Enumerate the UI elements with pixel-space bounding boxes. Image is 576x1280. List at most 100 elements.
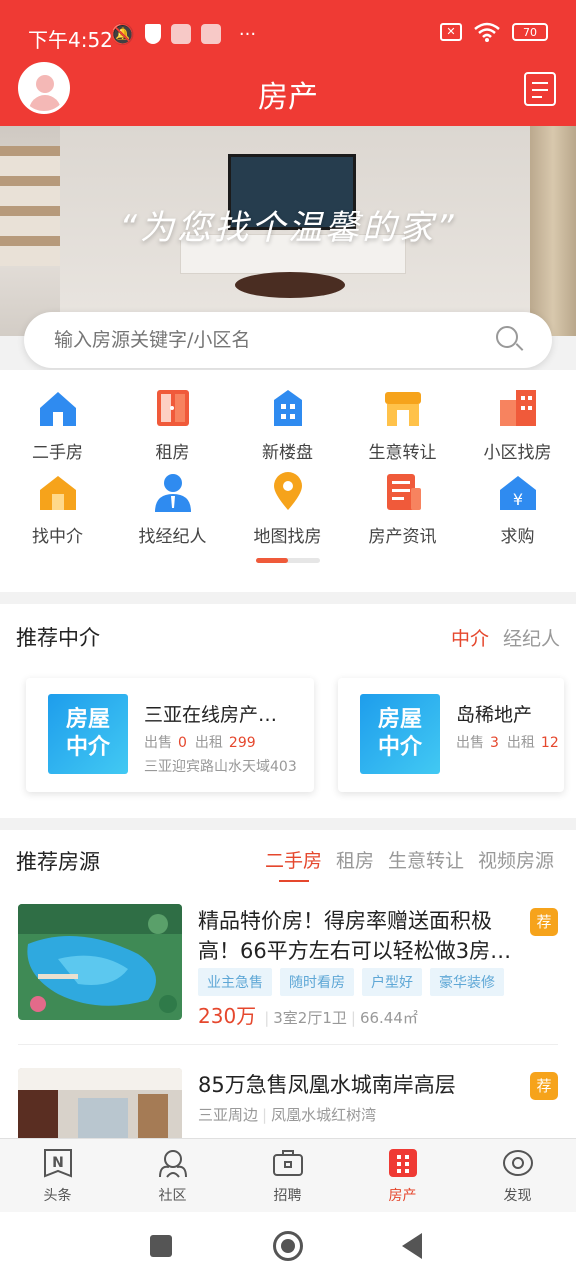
listing-photo (18, 904, 182, 1020)
category-find-broker[interactable]: 找经纪人 (115, 470, 230, 547)
listing-item[interactable]: 精品特价房！得房率赠送面积极高！66平方左右可以轻松做3房… 荐 业主急售 随时… (18, 904, 558, 1034)
category-find-agency[interactable]: 找中介 (0, 470, 115, 547)
listing-price-line: 230万 | 3室2厅1卫 | 66.44㎡ (198, 1004, 418, 1028)
category-label: 租房 (155, 443, 190, 463)
news-icon (381, 470, 425, 514)
tab-agency[interactable]: 中介 (451, 624, 489, 651)
recommend-badge: 荐 (530, 908, 558, 936)
home-search-icon (36, 470, 80, 514)
search-icon[interactable] (496, 326, 518, 348)
building-icon (266, 386, 310, 430)
listing-tag: 豪华装修 (430, 968, 504, 996)
status-time: 下午4:52 (28, 28, 113, 52)
listing-area: 66.44㎡ (359, 1009, 418, 1027)
section-title: 推荐中介 (16, 626, 100, 650)
tab-community[interactable]: 社区 (115, 1147, 230, 1205)
tab-jobs[interactable]: 招聘 (230, 1147, 345, 1205)
app-square-icon (170, 24, 191, 44)
category-new-property[interactable]: 新楼盘 (230, 386, 345, 463)
page-title: 房产 (258, 80, 318, 115)
tab-second-hand[interactable]: 二手房 (265, 846, 322, 882)
recents-button[interactable] (150, 1235, 172, 1257)
agency-name: 岛稀地产 (456, 704, 533, 726)
listing-location-line: 三亚周边 | 凤凰水城红树湾 (198, 1106, 377, 1124)
bottom-tab-bar: N 头条 社区 招聘 房产 发现 (0, 1138, 576, 1212)
category-label: 地图找房 (253, 527, 322, 547)
sale-count: 0 (178, 735, 187, 751)
agency-stats: 出售 0 出租 299 (144, 735, 256, 751)
grid-building-icon (387, 1147, 419, 1179)
category-wanted[interactable]: ¥ 求购 (460, 470, 575, 547)
eye-icon (502, 1147, 534, 1179)
banner-slogan: “为您找个温馨的家” (119, 208, 457, 248)
agency-address: 三亚迎宾路山水天域403 (144, 759, 297, 775)
tab-discover[interactable]: 发现 (460, 1147, 575, 1205)
category-property-news[interactable]: 房产资讯 (345, 470, 460, 547)
category-grid: 二手房 租房 新楼盘 生意转让 小区找房 找中介 找经纪人 地图找房 房产资讯 … (0, 370, 576, 592)
agency-logo: 房屋 中介 (360, 694, 440, 774)
category-label: 生意转让 (368, 443, 437, 463)
search-box[interactable] (24, 312, 552, 368)
grid-page-indicator (256, 558, 320, 563)
category-label: 找中介 (32, 527, 83, 547)
category-label: 找经纪人 (138, 527, 207, 547)
recommend-badge: 荐 (530, 1072, 558, 1100)
back-button[interactable] (402, 1233, 422, 1259)
category-second-hand[interactable]: 二手房 (0, 386, 115, 463)
tab-headlines[interactable]: N 头条 (0, 1147, 115, 1205)
agency-card[interactable]: 房屋 中介 三亚在线房产… 出售 0 出租 299 三亚迎宾路山水天域403 (26, 678, 314, 792)
recommended-agencies: 推荐中介 中介 经纪人 房屋 中介 三亚在线房产… 出售 0 出租 299 三亚迎宾路… (0, 604, 576, 818)
listing-price: 230万 (198, 1004, 257, 1028)
listing-layout: 3室2厅1卫 (273, 1009, 347, 1027)
community-icon (157, 1147, 189, 1179)
home-button[interactable] (273, 1231, 303, 1261)
promo-banner[interactable]: “为您找个温馨的家” (0, 126, 576, 336)
tab-broker[interactable]: 经纪人 (503, 624, 560, 651)
listing-tag: 户型好 (362, 968, 422, 996)
shop-icon (381, 386, 425, 430)
category-rent[interactable]: 租房 (115, 386, 230, 463)
search-input[interactable] (54, 326, 474, 354)
agent-icon (151, 470, 195, 514)
listing-item[interactable]: 85万急售凤凰水城南岸高层 荐 三亚周边 | 凤凰水城红树湾 (18, 1068, 558, 1184)
edit-note-icon[interactable] (524, 72, 556, 106)
agency-card[interactable]: 房屋 中介 岛稀地产 出售 3 出租 12 (338, 678, 564, 792)
apartments-icon (496, 386, 540, 430)
category-community-search[interactable]: 小区找房 (460, 386, 575, 463)
agency-name: 三亚在线房产… (144, 704, 278, 726)
listing-title: 85万急售凤凰水城南岸高层 (198, 1073, 456, 1097)
tab-business-transfer[interactable]: 生意转让 (388, 846, 464, 873)
tab-property[interactable]: 房产 (345, 1147, 460, 1205)
rent-count: 12 (540, 735, 559, 751)
headline-icon: N (42, 1147, 74, 1179)
shield-icon (144, 24, 161, 44)
agency-tabs: 中介 经纪人 (451, 624, 560, 651)
rent-count: 299 (228, 735, 256, 751)
svg-text:¥: ¥ (512, 490, 522, 509)
app-square-icon (200, 24, 221, 44)
category-map-search[interactable]: 地图找房 (230, 470, 345, 547)
category-label: 新楼盘 (262, 443, 313, 463)
svg-text:N: N (52, 1155, 64, 1171)
no-sim-icon: ✕ (440, 23, 462, 41)
system-nav-bar (0, 1212, 576, 1280)
listing-title: 精品特价房！得房率赠送面积极高！66平方左右可以轻松做3房… (198, 909, 512, 963)
category-business-transfer[interactable]: 生意转让 (345, 386, 460, 463)
recommended-listings: 推荐房源 二手房 租房 生意转让 视频房源 精品特价房！得房率赠送面积极高！66… (0, 830, 576, 1184)
listing-tag: 随时看房 (280, 968, 354, 996)
listing-community: 凤凰水城红树湾 (271, 1106, 377, 1124)
tab-rent[interactable]: 租房 (336, 846, 374, 873)
house-icon (36, 386, 80, 430)
tab-video-listings[interactable]: 视频房源 (478, 846, 554, 873)
mute-bell-icon: 🔕 (110, 22, 135, 46)
agency-logo: 房屋 中介 (48, 694, 128, 774)
battery-icon: 70 (512, 23, 548, 41)
listing-tags: 业主急售 随时看房 户型好 豪华装修 (198, 968, 504, 996)
listing-tabs: 二手房 租房 生意转让 视频房源 (265, 846, 554, 882)
more-dots-icon: ··· (238, 23, 257, 45)
app-bar: 房产 (0, 54, 576, 126)
listing-location: 三亚周边 (198, 1106, 259, 1124)
map-pin-icon (266, 470, 310, 514)
category-label: 求购 (500, 527, 535, 547)
sale-count: 3 (490, 735, 499, 751)
